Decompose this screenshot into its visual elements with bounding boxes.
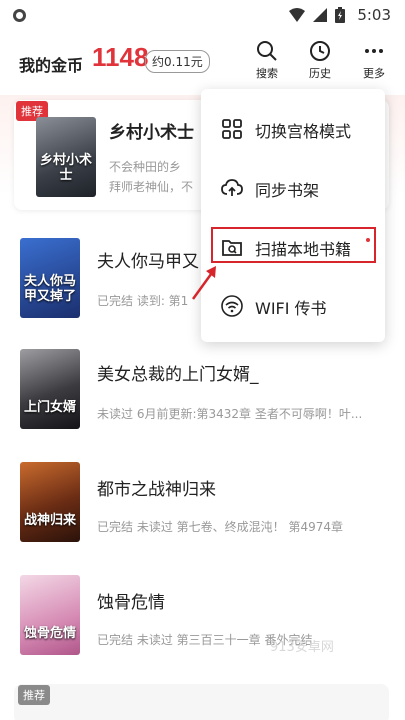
status-bar: 5:03 [0, 0, 405, 32]
book-meta: 已完结 未读过 第七卷、终成混沌！ 第4974章 [97, 520, 343, 534]
book-cover[interactable]: 夫人你马甲又掉了 [20, 238, 80, 318]
book-meta: 未读过 6月前更新:第3432章 圣者不可辱啊！叶... [97, 407, 363, 421]
more-dots-icon [365, 49, 383, 53]
book-cover[interactable]: 上门女婿 [20, 349, 80, 429]
cloud-sync-icon [221, 179, 243, 196]
menu-item-label: 切换宫格模式 [255, 122, 352, 141]
wifi-icon [221, 295, 243, 317]
cover-title: 乡村小术士 [40, 153, 93, 183]
book-meta: 已完结 读到: 第1 [97, 294, 189, 308]
book-title[interactable]: 都市之战神归来 [97, 475, 216, 500]
battery-icon [335, 7, 345, 23]
book-cover[interactable]: 蚀骨危情 [20, 575, 80, 655]
more-label: 更多 [363, 67, 385, 80]
status-icons [289, 7, 345, 23]
bottom-recommend-card[interactable] [14, 684, 389, 720]
clock-icon [310, 41, 330, 61]
more-menu: 切换宫格模式 同步书架 扫描本地书籍 WIFI 传书 [201, 89, 385, 342]
search-label: 搜索 [256, 67, 278, 80]
new-badge-dot [366, 238, 370, 242]
menu-item-wifi-transfer[interactable]: WIFI 传书 [201, 278, 385, 336]
book-desc: 不会种田的乡 [109, 160, 182, 174]
recommend-tag: 推荐 [18, 685, 50, 705]
menu-item-label: 同步书架 [255, 181, 320, 200]
cell-signal-icon [313, 8, 327, 22]
cover-title: 战神归来 [24, 512, 77, 528]
coins-value[interactable]: 1148 [92, 42, 148, 73]
clock: 5:03 [357, 6, 391, 24]
book-title[interactable]: 乡村小术士 [109, 118, 194, 143]
book-cover[interactable]: 战神归来 [20, 462, 80, 542]
watermark: 913安卓网 [270, 640, 334, 655]
history-label: 历史 [309, 67, 331, 80]
cover-title: 上门女婿 [24, 399, 77, 415]
book-title[interactable]: 夫人你马甲又 [97, 247, 199, 272]
book-meta: 已完结 未读过 第三百三十一章 番外完结 [97, 633, 313, 647]
coins-label: 我的金币 [19, 56, 84, 75]
book-title[interactable]: 蚀骨危情 [97, 588, 165, 613]
history-button[interactable]: 历史 [300, 40, 340, 84]
menu-item-sync-shelf[interactable]: 同步书架 [201, 160, 385, 218]
header: 我的金币 1148 约0.11元 搜索 历史 更多 [0, 32, 405, 90]
cover-title: 夫人你马甲又掉了 [24, 274, 77, 304]
cover-title: 蚀骨危情 [24, 625, 77, 641]
grid-icon [222, 119, 242, 139]
menu-item-label: WIFI 传书 [255, 299, 327, 318]
book-desc: 拜师老神仙，不 [109, 180, 194, 194]
more-button[interactable]: 更多 [354, 40, 394, 84]
highlight-box [211, 227, 376, 263]
pointer-arrow-icon [191, 266, 216, 300]
wifi-signal-icon [289, 8, 305, 22]
coins-approx-badge[interactable]: 约0.11元 [145, 50, 210, 73]
search-icon [257, 41, 277, 61]
book-title[interactable]: 美女总裁的上门女婿_ [97, 360, 259, 385]
search-button[interactable]: 搜索 [247, 40, 287, 84]
menu-item-grid-mode[interactable]: 切换宫格模式 [201, 101, 385, 159]
notification-icon [13, 9, 26, 22]
book-cover[interactable]: 乡村小术士 [36, 117, 96, 197]
